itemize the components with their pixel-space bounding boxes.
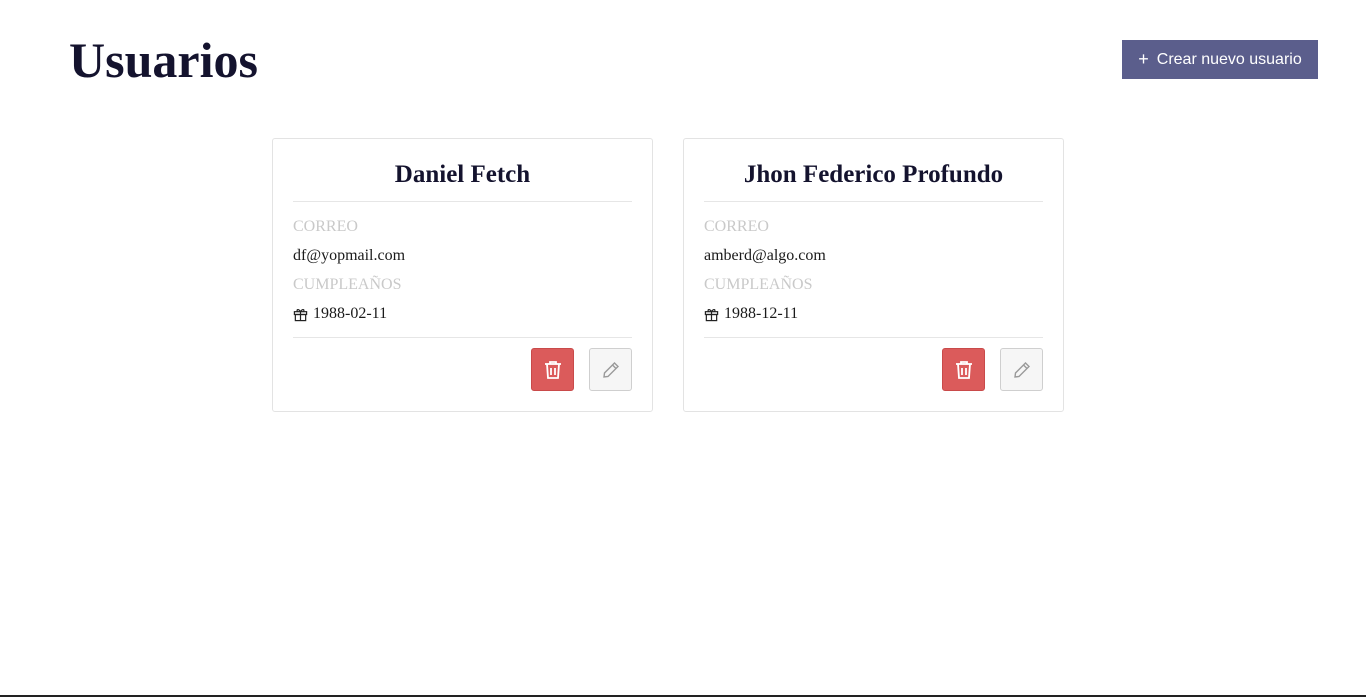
birthday-label: CUMPLEAÑOS — [293, 276, 402, 293]
user-card: Daniel Fetch CORREO df@yopmail.com CUMPL… — [272, 138, 653, 412]
user-name: Daniel Fetch — [293, 139, 632, 202]
gift-icon — [704, 307, 719, 322]
trash-icon — [955, 360, 972, 379]
edit-user-button[interactable] — [1000, 348, 1043, 391]
birthday-row: 1988-02-11 — [293, 304, 632, 324]
create-user-button[interactable]: + Crear nuevo usuario — [1122, 40, 1318, 79]
edit-user-button[interactable] — [589, 348, 632, 391]
card-actions — [704, 337, 1043, 394]
email-label: CORREO — [293, 218, 358, 235]
user-name: Jhon Federico Profundo — [704, 139, 1043, 202]
email-label: CORREO — [704, 218, 769, 235]
delete-user-button[interactable] — [942, 348, 985, 391]
gift-icon — [293, 307, 308, 322]
email-value: amberd@algo.com — [704, 247, 826, 264]
plus-icon: + — [1138, 48, 1149, 69]
card-actions — [293, 337, 632, 394]
birthday-value: 1988-12-11 — [724, 305, 799, 322]
create-user-button-label: Crear nuevo usuario — [1156, 50, 1302, 68]
trash-icon — [544, 360, 561, 379]
email-value: df@yopmail.com — [293, 247, 406, 264]
birthday-row: 1988-12-11 — [704, 304, 1043, 324]
pencil-icon — [602, 361, 619, 378]
users-page: Usuarios + Crear nuevo usuario Daniel Fe… — [0, 0, 1366, 697]
page-title: Usuarios — [69, 32, 258, 88]
user-card: Jhon Federico Profundo CORREO amberd@alg… — [683, 138, 1064, 412]
birthday-value: 1988-02-11 — [313, 305, 388, 322]
user-card-list: Daniel Fetch CORREO df@yopmail.com CUMPL… — [272, 138, 1064, 412]
delete-user-button[interactable] — [531, 348, 574, 391]
pencil-icon — [1013, 361, 1030, 378]
birthday-label: CUMPLEAÑOS — [704, 276, 813, 293]
